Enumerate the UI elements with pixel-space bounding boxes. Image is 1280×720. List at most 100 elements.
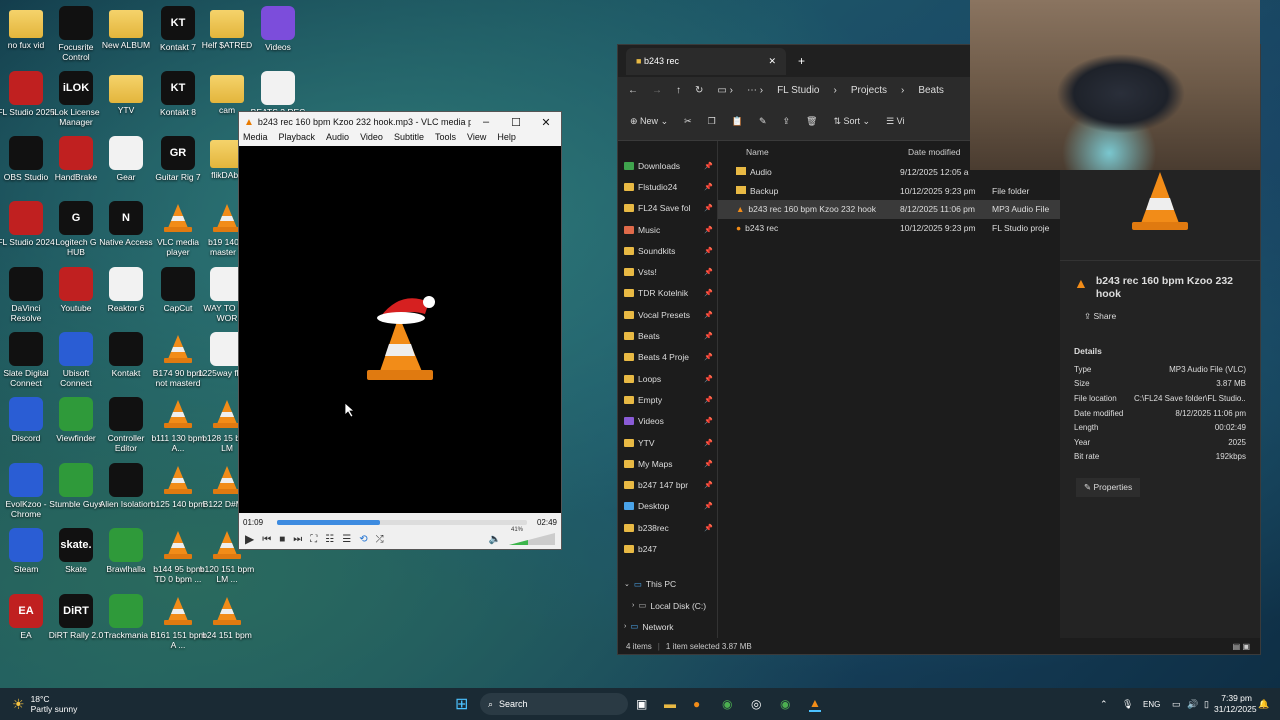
- nav-item[interactable]: Loops 📌: [624, 368, 717, 389]
- vlc-menu-tools[interactable]: Tools: [435, 132, 456, 146]
- seek-bar[interactable]: [277, 519, 527, 525]
- vlc-menu-audio[interactable]: Audio: [326, 132, 349, 146]
- properties-button[interactable]: ✎ Properties: [1076, 478, 1141, 498]
- desktop-icon[interactable]: New ALBUM: [96, 6, 156, 50]
- shuffle-icon[interactable]: ⤮: [376, 534, 384, 545]
- vlc-menu-playback[interactable]: Playback: [279, 132, 316, 146]
- up-icon[interactable]: ↑: [676, 85, 681, 96]
- desktop-icon[interactable]: Alien Isolation: [96, 463, 156, 509]
- cut-icon[interactable]: ✂: [684, 116, 692, 127]
- desktop-icon[interactable]: Gear: [96, 136, 156, 182]
- volume-slider[interactable]: 41%: [509, 527, 555, 545]
- new-tab-icon[interactable]: +: [798, 54, 805, 68]
- playlist-icon[interactable]: ☰: [342, 534, 351, 545]
- file-row[interactable]: Backup 10/12/2025 9:23 pm File folder: [718, 182, 1060, 201]
- weather-widget[interactable]: ☀ 18°C Partly sunny: [0, 694, 200, 714]
- close-tab-icon[interactable]: ✕: [768, 56, 776, 67]
- tray-chevron-icon[interactable]: ⌃: [1100, 699, 1108, 710]
- nav-item[interactable]: Vsts! 📌: [624, 261, 717, 282]
- chrome-taskbar-icon[interactable]: ◉: [722, 697, 732, 711]
- nav-item[interactable]: Soundkits 📌: [624, 240, 717, 261]
- monitor-icon[interactable]: ▭ ›: [717, 85, 733, 96]
- obs-taskbar-icon[interactable]: ◎: [751, 697, 761, 711]
- vlc-menu-video[interactable]: Video: [360, 132, 383, 146]
- desktop-icon[interactable]: N Native Access: [96, 201, 156, 247]
- network-icon[interactable]: ▭: [1172, 699, 1181, 710]
- nav-item[interactable]: Desktop 📌: [624, 496, 717, 517]
- paste-icon[interactable]: 📋: [732, 116, 743, 127]
- vlc-window[interactable]: ▲ b243 rec 160 bpm Kzoo 232 hook.mp3 - V…: [238, 111, 562, 550]
- equalizer-icon[interactable]: ☷: [325, 534, 334, 545]
- nav-item[interactable]: Beats 📌: [624, 325, 717, 346]
- fullscreen-icon[interactable]: ⛶: [310, 534, 317, 545]
- delete-icon[interactable]: 🗑: [806, 116, 817, 127]
- vlc-titlebar[interactable]: ▲ b243 rec 160 bpm Kzoo 232 hook.mp3 - V…: [239, 112, 561, 132]
- vlc-taskbar-icon[interactable]: ▲: [809, 696, 821, 712]
- close-icon[interactable]: ✕: [531, 116, 561, 129]
- play-icon[interactable]: ▶: [245, 532, 254, 546]
- nav-item[interactable]: YTV 📌: [624, 432, 717, 453]
- share-icon[interactable]: ⇪: [783, 116, 791, 127]
- view-toggle-icons[interactable]: ▤ ▣: [1233, 642, 1260, 651]
- desktop-icon[interactable]: Trackmania: [96, 594, 156, 640]
- vlc-menu-media[interactable]: Media: [243, 132, 268, 146]
- nav-item[interactable]: FL24 Save fol 📌: [624, 198, 717, 219]
- forward-icon[interactable]: →: [652, 85, 662, 96]
- file-row[interactable]: ● b243 rec 10/12/2025 9:23 pm FL Studio pro…: [718, 219, 1060, 238]
- vlc-menu-subtitle[interactable]: Subtitle: [394, 132, 424, 146]
- breadcrumb-0[interactable]: FL Studio: [777, 85, 819, 96]
- loop-icon[interactable]: ⟲: [359, 534, 367, 545]
- nav-item[interactable]: b247 147 bpr 📌: [624, 474, 717, 495]
- nav-network[interactable]: › ▭ Network: [624, 616, 717, 637]
- vlc-menu-help[interactable]: Help: [497, 132, 516, 146]
- clock[interactable]: 7:39 pm 31/12/2025: [1214, 693, 1257, 715]
- view-button[interactable]: ☰ Vi: [886, 116, 904, 127]
- breadcrumb-2[interactable]: Beats: [918, 85, 944, 96]
- maximize-icon[interactable]: ☐: [501, 116, 531, 129]
- sort-button[interactable]: ⇅ Sort ⌄: [833, 116, 870, 127]
- nav-item[interactable]: b238rec 📌: [624, 517, 717, 538]
- next-icon[interactable]: ⏭: [293, 534, 302, 545]
- microphone-icon[interactable]: 🎙: [1122, 699, 1133, 710]
- task-view-icon[interactable]: ▣: [636, 697, 647, 711]
- nav-item[interactable]: Downloads 📌: [624, 155, 717, 176]
- speaker-icon[interactable]: 🔈: [489, 534, 501, 545]
- volume-icon[interactable]: 🔊: [1187, 699, 1198, 710]
- nav-item[interactable]: Empty 📌: [624, 389, 717, 410]
- stop-icon[interactable]: ■: [279, 534, 285, 545]
- nav-item[interactable]: Beats 4 Proje 📌: [624, 347, 717, 368]
- desktop-icon[interactable]: Reaktor 6: [96, 267, 156, 313]
- desktop-icon[interactable]: YTV: [96, 71, 156, 115]
- file-explorer-taskbar-icon[interactable]: ▬: [664, 697, 676, 711]
- battery-icon[interactable]: ▯: [1204, 699, 1209, 710]
- more-icon[interactable]: ⋯ ›: [747, 85, 763, 96]
- nav-item[interactable]: My Maps 📌: [624, 453, 717, 474]
- rename-icon[interactable]: ✎: [759, 116, 767, 127]
- file-row[interactable]: ▲ b243 rec 160 bpm Kzoo 232 hook 8/12/2025…: [718, 200, 1060, 219]
- nav-local-disk[interactable]: › ▭ Local Disk (C:): [624, 595, 717, 616]
- copy-icon[interactable]: ❐: [708, 116, 716, 127]
- previous-icon[interactable]: ⏮: [262, 534, 271, 545]
- nav-this-pc[interactable]: ⌄ ▭ This PC: [624, 574, 717, 595]
- nav-item[interactable]: Videos 📌: [624, 411, 717, 432]
- desktop-icon[interactable]: Brawlhalla: [96, 528, 156, 574]
- share-button[interactable]: ⇪ Share: [1060, 301, 1260, 332]
- column-name[interactable]: Name: [738, 147, 908, 157]
- desktop-icon[interactable]: Videos: [248, 6, 308, 52]
- column-date[interactable]: Date modified: [908, 147, 960, 157]
- nav-item[interactable]: Flstudio24 📌: [624, 176, 717, 197]
- nav-item[interactable]: Music 📌: [624, 219, 717, 240]
- search-box[interactable]: ⌕ Search: [480, 693, 628, 715]
- vlc-menu-view[interactable]: View: [467, 132, 486, 146]
- start-icon[interactable]: ⊞: [455, 694, 468, 714]
- desktop-icon[interactable]: Controller Editor: [96, 397, 156, 453]
- nav-item[interactable]: b247: [624, 538, 717, 559]
- desktop-icon[interactable]: b24 151 bpm: [197, 594, 257, 640]
- chrome-profile-taskbar-icon[interactable]: ◉: [780, 697, 790, 711]
- nav-item[interactable]: Vocal Presets 📌: [624, 304, 717, 325]
- notification-icon[interactable]: 🔔: [1258, 699, 1269, 710]
- minimize-icon[interactable]: –: [471, 116, 501, 128]
- language-indicator[interactable]: ENG: [1143, 700, 1160, 709]
- fl-studio-taskbar-icon[interactable]: ●: [693, 697, 700, 711]
- vlc-video-area[interactable]: [239, 146, 561, 523]
